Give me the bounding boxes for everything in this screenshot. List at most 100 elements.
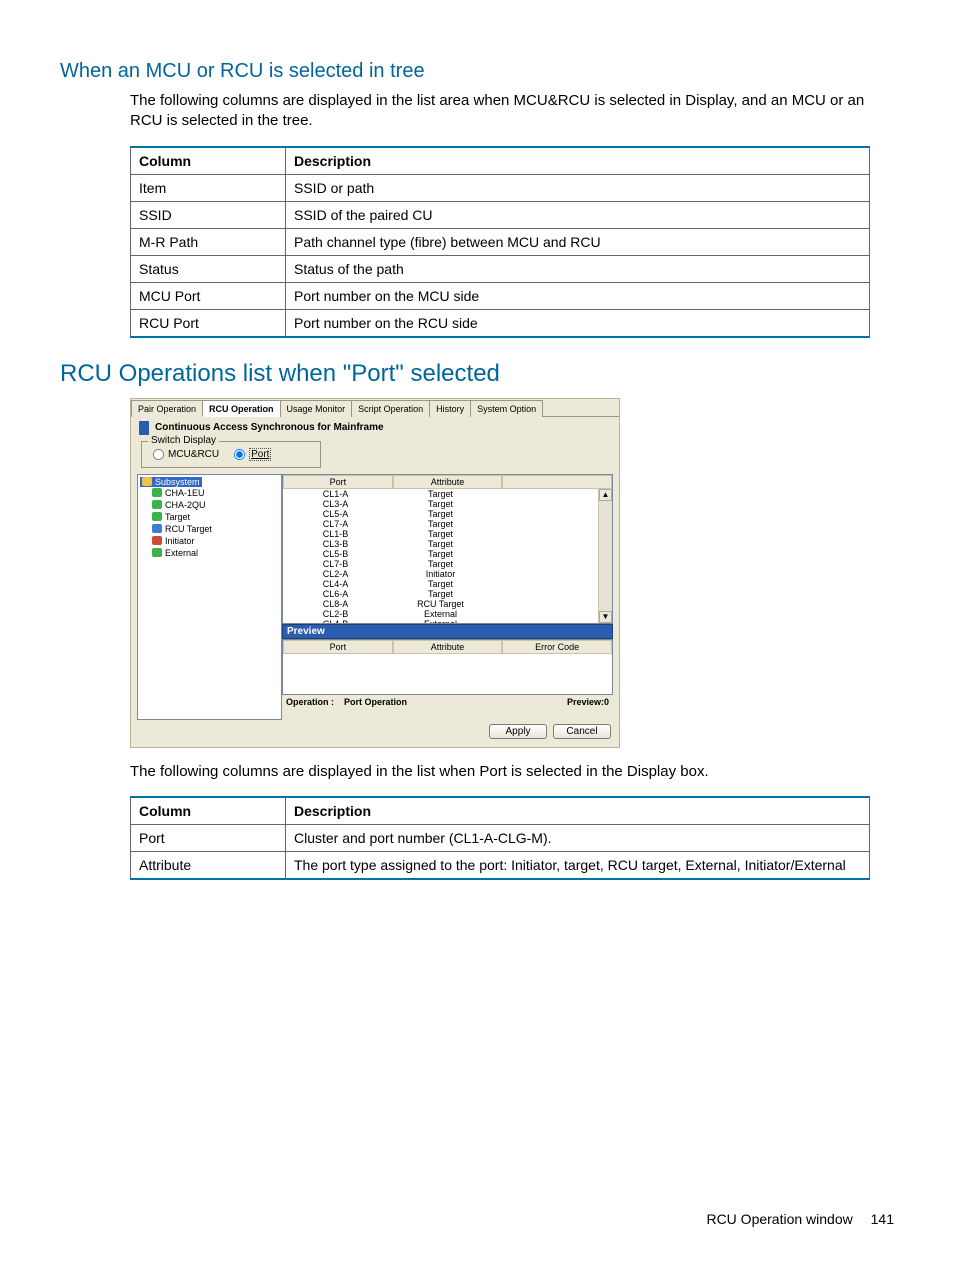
cell-description: Cluster and port number (CL1-A-CLG-M). (286, 824, 870, 851)
table-row: M-R PathPath channel type (fibre) betwee… (131, 228, 870, 255)
radio-mcu-rcu-label: MCU&RCU (168, 449, 219, 460)
scroll-up-icon[interactable]: ▲ (599, 489, 612, 501)
cell-description: Port number on the MCU side (286, 282, 870, 309)
cell-attribute: Target (388, 589, 493, 599)
cell-attribute: Target (388, 579, 493, 589)
cell-description: The port type assigned to the port: Init… (286, 851, 870, 879)
title-marker-icon (139, 421, 149, 435)
tab-usage-monitor[interactable]: Usage Monitor (280, 400, 353, 417)
cell-attribute: RCU Target (388, 599, 493, 609)
list-row[interactable]: CL8-ARCU Target (283, 599, 598, 609)
list-col-blank[interactable] (502, 475, 612, 489)
cell-attribute: Target (388, 529, 493, 539)
cell-port: CL5-B (283, 549, 388, 559)
cancel-button[interactable]: Cancel (553, 724, 611, 739)
preview-col-error[interactable]: Error Code (502, 640, 612, 654)
tree-item-cha-1eu[interactable]: CHA-1EU (152, 487, 279, 499)
preview-list[interactable]: Port Attribute Error Code (282, 639, 613, 695)
switch-display-legend: Switch Display (148, 435, 219, 446)
tree-item-label: CHA-2QU (165, 499, 206, 511)
columns-table-2: Column Description PortCluster and port … (130, 796, 870, 880)
list-row[interactable]: CL3-ATarget (283, 499, 598, 509)
cell-port: CL1-A (283, 489, 388, 499)
operation-value: Port Operation (344, 697, 407, 707)
tree-node-icon (152, 548, 162, 557)
preview-count: Preview:0 (567, 697, 609, 707)
radio-port[interactable]: Port (233, 448, 271, 461)
cell-attribute: Target (388, 539, 493, 549)
preview-col-port[interactable]: Port (283, 640, 393, 654)
tree-root-label: Subsystem (155, 477, 200, 487)
list-row[interactable]: CL7-ATarget (283, 519, 598, 529)
cell-attribute: Target (388, 499, 493, 509)
cell-description: Path channel type (fibre) between MCU an… (286, 228, 870, 255)
preview-col-attribute[interactable]: Attribute (393, 640, 503, 654)
list-row[interactable]: CL2-AInitiator (283, 569, 598, 579)
col-header: Description (286, 147, 870, 175)
vertical-scrollbar[interactable]: ▲ ▼ (598, 489, 612, 623)
col-header: Column (131, 797, 286, 825)
cell-column: M-R Path (131, 228, 286, 255)
list-row[interactable]: CL1-ATarget (283, 489, 598, 499)
tab-rcu-operation[interactable]: RCU Operation (202, 400, 281, 417)
tree-item-cha-2qu[interactable]: CHA-2QU (152, 499, 279, 511)
rcu-operation-screenshot: Pair OperationRCU OperationUsage Monitor… (130, 398, 620, 748)
cell-column: Item (131, 174, 286, 201)
col-header: Column (131, 147, 286, 175)
tree-node-icon (152, 512, 162, 521)
tree-root-subsystem[interactable]: Subsystem (140, 477, 202, 487)
cell-column: Status (131, 255, 286, 282)
cell-attribute: Target (388, 509, 493, 519)
list-row[interactable]: CL6-ATarget (283, 589, 598, 599)
tab-system-option[interactable]: System Option (470, 400, 543, 417)
list-row[interactable]: CL5-ATarget (283, 509, 598, 519)
list-row[interactable]: CL2-BExternal (283, 609, 598, 619)
cell-port: CL6-A (283, 589, 388, 599)
cell-attribute: Initiator (388, 569, 493, 579)
heading-rcu-operations-port: RCU Operations list when "Port" selected (60, 360, 894, 388)
apply-button[interactable]: Apply (489, 724, 547, 739)
tab-pair-operation[interactable]: Pair Operation (131, 400, 203, 417)
port-list[interactable]: Port Attribute CL1-ATargetCL3-ATargetCL5… (282, 474, 613, 624)
cell-attribute: Target (388, 559, 493, 569)
list-col-attribute[interactable]: Attribute (393, 475, 503, 489)
tree-item-target[interactable]: Target (152, 511, 279, 523)
switch-display-group: Switch Display MCU&RCU Port (141, 441, 321, 468)
tree-item-label: RCU Target (165, 523, 212, 535)
cell-port: CL7-B (283, 559, 388, 569)
cell-port: CL7-A (283, 519, 388, 529)
list-row[interactable]: CL1-BTarget (283, 529, 598, 539)
cell-column: SSID (131, 201, 286, 228)
radio-mcu-rcu[interactable]: MCU&RCU (152, 448, 219, 461)
list-col-port[interactable]: Port (283, 475, 393, 489)
list-row[interactable]: CL3-BTarget (283, 539, 598, 549)
cell-attribute: Target (388, 519, 493, 529)
list-row[interactable]: CL7-BTarget (283, 559, 598, 569)
tree-item-external[interactable]: External (152, 547, 279, 559)
tree-node-icon (152, 488, 162, 497)
tree-item-initiator[interactable]: Initiator (152, 535, 279, 547)
radio-port-input[interactable] (234, 448, 245, 459)
cell-port: CL3-B (283, 539, 388, 549)
cell-attribute: Target (388, 549, 493, 559)
table-row: MCU PortPort number on the MCU side (131, 282, 870, 309)
cell-column: RCU Port (131, 309, 286, 337)
tree-pane[interactable]: Subsystem CHA-1EUCHA-2QUTargetRCU Target… (137, 474, 282, 720)
cell-port: CL4-A (283, 579, 388, 589)
preview-header: Preview (282, 624, 613, 639)
cell-port: CL2-A (283, 569, 388, 579)
heading-mcu-rcu-selected: When an MCU or RCU is selected in tree (60, 60, 894, 83)
list-row[interactable]: CL5-BTarget (283, 549, 598, 559)
scroll-down-icon[interactable]: ▼ (599, 611, 612, 623)
radio-mcu-rcu-input[interactable] (153, 448, 164, 459)
cell-port: CL5-A (283, 509, 388, 519)
tab-history[interactable]: History (429, 400, 471, 417)
list-row[interactable]: CL4-BExternal (283, 619, 598, 624)
list-row[interactable]: CL4-ATarget (283, 579, 598, 589)
cell-attribute: External (388, 609, 493, 619)
table-row: PortCluster and port number (CL1-A-CLG-M… (131, 824, 870, 851)
tree-item-rcu-target[interactable]: RCU Target (152, 523, 279, 535)
columns-table-1: Column Description ItemSSID or pathSSIDS… (130, 146, 870, 338)
tab-script-operation[interactable]: Script Operation (351, 400, 430, 417)
folder-icon (142, 477, 152, 486)
